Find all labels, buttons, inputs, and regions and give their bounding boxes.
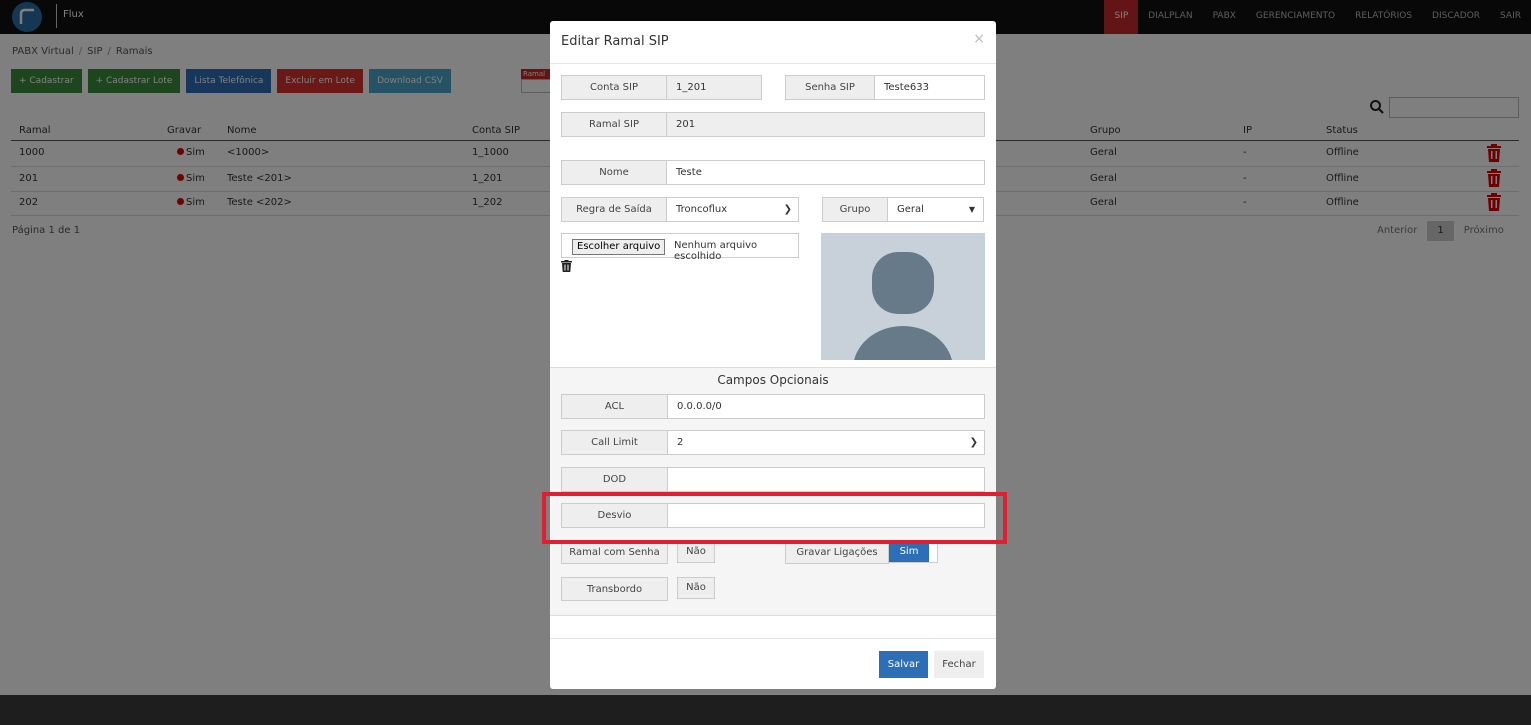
close-icon[interactable]: × bbox=[973, 31, 985, 47]
caret-down-icon: ▼ bbox=[968, 205, 975, 214]
modal-header-divider bbox=[550, 63, 996, 64]
call-limit-value: 2 bbox=[677, 437, 684, 448]
gravar-ligacoes-label: Gravar Ligações bbox=[785, 541, 889, 564]
grupo-select[interactable]: Geral ▼ bbox=[887, 197, 984, 222]
highlight-box bbox=[542, 492, 1007, 544]
nome-field[interactable]: Teste bbox=[666, 160, 985, 185]
ramal-com-senha-value: Não bbox=[678, 542, 714, 562]
close-button[interactable]: Fechar bbox=[934, 651, 984, 678]
gravar-ligacoes-toggle[interactable]: Sim bbox=[888, 541, 938, 563]
call-limit-select[interactable]: 2 ❯ bbox=[667, 430, 985, 455]
modal-footer-divider bbox=[550, 638, 996, 639]
ramal-sip-label: Ramal SIP bbox=[561, 112, 667, 137]
avatar-placeholder bbox=[821, 233, 985, 360]
chevron-down-icon: ❯ bbox=[969, 437, 978, 448]
modal-title: Editar Ramal SIP bbox=[561, 34, 669, 49]
choose-file-button[interactable]: Escolher arquivo bbox=[572, 239, 666, 255]
file-status-text: Nenhum arquivo escolhido bbox=[674, 240, 758, 262]
dod-field[interactable] bbox=[667, 467, 985, 492]
transbordo-value: Não bbox=[678, 578, 714, 598]
transbordo-toggle[interactable]: Não bbox=[677, 577, 715, 599]
grupo-label: Grupo bbox=[822, 197, 888, 222]
regra-saida-select[interactable]: Troncoflux ❯ bbox=[666, 197, 799, 222]
chevron-down-icon: ❯ bbox=[783, 204, 792, 215]
regra-saida-label: Regra de Saída bbox=[561, 197, 667, 222]
conta-sip-field: 1_201 bbox=[666, 75, 762, 100]
save-button[interactable]: Salvar bbox=[879, 651, 928, 678]
senha-sip-label: Senha SIP bbox=[785, 75, 875, 100]
ramal-com-senha-toggle[interactable]: Não bbox=[677, 541, 715, 563]
toggle-handle bbox=[929, 542, 937, 562]
remove-photo-icon[interactable] bbox=[561, 260, 572, 272]
transbordo-label: Transbordo bbox=[561, 577, 668, 601]
conta-sip-label: Conta SIP bbox=[561, 75, 667, 100]
nome-label: Nome bbox=[561, 160, 667, 185]
senha-sip-field[interactable]: Teste633 bbox=[874, 75, 985, 100]
optional-fields-title: Campos Opcionais bbox=[717, 373, 829, 387]
ramal-com-senha-label: Ramal com Senha bbox=[561, 541, 668, 564]
acl-field[interactable]: 0.0.0.0/0 bbox=[667, 394, 985, 419]
grupo-value: Geral bbox=[897, 204, 924, 215]
ramal-sip-field: 201 bbox=[666, 112, 985, 137]
acl-label: ACL bbox=[561, 394, 668, 419]
gravar-ligacoes-value: Sim bbox=[889, 542, 929, 562]
file-upload[interactable]: Escolher arquivo Nenhum arquivo escolhid… bbox=[561, 233, 799, 262]
regra-saida-value: Troncoflux bbox=[676, 204, 728, 215]
call-limit-label: Call Limit bbox=[561, 430, 668, 455]
edit-ramal-modal: Editar Ramal SIP × Conta SIP 1_201 Senha… bbox=[550, 21, 996, 689]
dod-label: DOD bbox=[561, 467, 668, 492]
page-footer bbox=[0, 695, 1531, 725]
